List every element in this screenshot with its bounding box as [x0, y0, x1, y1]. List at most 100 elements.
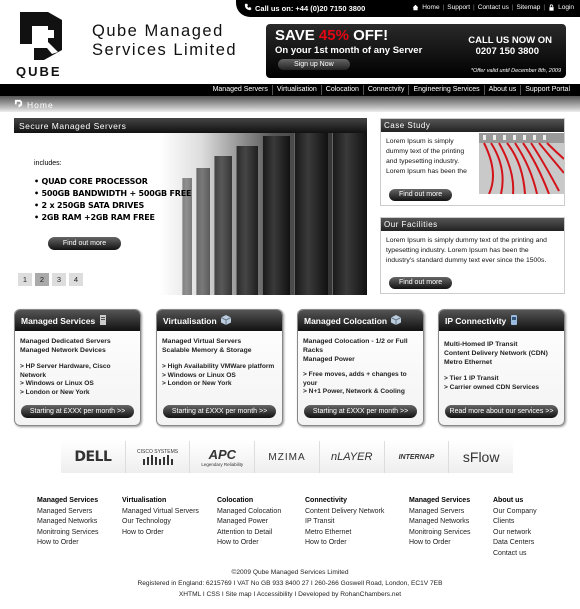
- company-name-line1: Qube Managed: [92, 22, 224, 40]
- company-name: Qube Managed Services Limited: [92, 22, 237, 60]
- card-title: Managed Services: [21, 315, 96, 326]
- rack-shape: [196, 168, 210, 295]
- hero-feature: • QUAD CORE PROCESSOR: [34, 177, 148, 186]
- footer-link[interactable]: IP Transit: [305, 517, 384, 528]
- footer-link[interactable]: Clients: [493, 517, 537, 528]
- breadcrumb: Home: [0, 96, 580, 112]
- signup-button[interactable]: Sign up Now: [278, 59, 350, 70]
- card-item: > Windows or Linux OS: [162, 371, 236, 379]
- footer-link[interactable]: Managed Virtual Servers: [122, 507, 199, 518]
- card-title: IP Connectivity: [445, 315, 507, 326]
- footer-link[interactable]: Metro Ethernet: [305, 528, 384, 539]
- page-3-button[interactable]: 3: [52, 273, 66, 286]
- rack-shape: [236, 146, 258, 295]
- mzima-logo[interactable]: MZIMA: [255, 441, 320, 473]
- network-cables-photo: [479, 133, 564, 194]
- footer-col-colocation: Colocation Managed Colocation Managed Po…: [217, 496, 281, 549]
- phone-icon: [244, 3, 252, 13]
- main-nav: Managed Servers Virtualisation Colocatio…: [0, 84, 580, 96]
- partner-logos: DELL CISCO SYSTEMS APC Legendary Reliabi…: [61, 441, 514, 473]
- footer-link[interactable]: Monitroing Services: [409, 528, 470, 539]
- nav-virtualisation[interactable]: Virtualisation: [271, 85, 321, 95]
- phone-number: Call us on: +44 (0)20 7150 3800: [244, 3, 365, 13]
- facilities-find-out-more-button[interactable]: Find out more: [389, 277, 453, 289]
- card-item: > Tier 1 IP Transit: [444, 375, 499, 382]
- footer-link[interactable]: Managed Servers: [409, 507, 470, 518]
- footer-col-connectivity: Connectivity Content Delivery Network IP…: [305, 496, 384, 549]
- utility-links: Home | Support | Contact us | Sitemap | Logi…: [412, 4, 574, 13]
- card-pricing-button[interactable]: Starting at £XXX per month >>: [21, 405, 134, 418]
- nav-managed-servers[interactable]: Managed Servers: [209, 85, 272, 95]
- footer-link[interactable]: How to Order: [305, 538, 384, 549]
- promo-headline: SAVE 45% OFF!: [275, 27, 389, 44]
- footer-link[interactable]: How to Order: [37, 538, 98, 549]
- facilities-text: Lorem Ipsum is simply dummy text of the …: [386, 237, 547, 264]
- card-item: > HP Server Hardware, Cisco Network: [20, 363, 111, 379]
- internap-logo[interactable]: INTERNAP: [384, 441, 450, 473]
- sflow-logo[interactable]: sFlow: [449, 441, 514, 473]
- footer-link[interactable]: Managed Colocation: [217, 507, 281, 518]
- link-sitemap[interactable]: Sitemap: [517, 4, 541, 13]
- footer-link[interactable]: Managed Networks: [409, 517, 470, 528]
- footer-link[interactable]: Our network: [493, 528, 537, 539]
- footer-link[interactable]: Managed Power: [217, 517, 281, 528]
- breadcrumb-home[interactable]: Home: [27, 100, 54, 110]
- nav-engineering-services[interactable]: Engineering Services: [408, 85, 483, 95]
- nav-connectivity[interactable]: Connectvity: [362, 85, 409, 95]
- page-1-button[interactable]: 1: [18, 273, 32, 286]
- footer-link[interactable]: Attention to Detail: [217, 528, 281, 539]
- page-4-button[interactable]: 4: [69, 273, 83, 286]
- case-study-box: Case Study Lorem Ipsum is simply dummy t…: [380, 118, 565, 206]
- card-services-button[interactable]: Read more about our services >>: [445, 405, 558, 418]
- footer-meta-links[interactable]: XHTML I CSS I Site map I Accessibility I…: [0, 591, 580, 598]
- nav-about-us[interactable]: About us: [483, 85, 521, 95]
- dell-logo[interactable]: DELL: [61, 441, 126, 473]
- facilities-box: Our Facilities Lorem Ipsum is simply dum…: [380, 217, 565, 294]
- hero-feature: • 2GB RAM +2GB RAM FREE: [34, 213, 155, 222]
- footer-link[interactable]: Our Company: [493, 507, 537, 518]
- link-support[interactable]: Support: [447, 4, 470, 13]
- network-icon: [510, 314, 518, 327]
- footer-link[interactable]: Data Centers: [493, 538, 537, 549]
- cube-icon: [220, 314, 231, 327]
- card-virtualisation: Virtualisation Managed Virtual Servers Sc…: [156, 309, 283, 426]
- card-managed-services: Managed Services Managed Dedicated Serve…: [14, 309, 141, 426]
- footer-link[interactable]: Managed Servers: [37, 507, 98, 518]
- hero-find-out-more-button[interactable]: Find out more: [48, 237, 121, 250]
- cisco-logo[interactable]: CISCO SYSTEMS: [125, 441, 191, 473]
- case-study-find-out-more-button[interactable]: Find out more: [389, 189, 453, 201]
- company-name-line2: Services Limited: [92, 41, 238, 59]
- qube-logo[interactable]: QUBE: [14, 8, 72, 79]
- footer-link[interactable]: Our Technology: [122, 517, 199, 528]
- server-icon: [99, 314, 107, 327]
- rack-shape: [332, 133, 367, 295]
- footer-link[interactable]: Managed Networks: [37, 517, 98, 528]
- nav-support-portal[interactable]: Support Portal: [520, 85, 574, 95]
- nav-colocation[interactable]: Colocation: [320, 85, 363, 95]
- hero-includes-label: includes:: [34, 160, 62, 167]
- card-item: > Carrier owned CDN Services: [444, 383, 540, 391]
- footer-link[interactable]: How to Order: [409, 538, 470, 549]
- promo-subtitle: On your 1st month of any Server: [275, 45, 423, 56]
- hero-feature: • 2 x 250GB SATA DRIVES: [34, 201, 145, 210]
- page-2-button[interactable]: 2: [35, 273, 49, 286]
- footer-col-virtualisation: Virtualisation Managed Virtual Servers O…: [122, 496, 199, 538]
- footer-link[interactable]: Content Delivery Network: [305, 507, 384, 518]
- footer-link[interactable]: Contact us: [493, 549, 537, 560]
- apc-logo[interactable]: APC Legendary Reliability: [190, 441, 256, 473]
- footer-link[interactable]: Monitroing Services: [37, 528, 98, 539]
- hero-feature: • 500GB BANDWIDTH + 500GB FREE: [34, 189, 192, 198]
- facilities-title: Our Facilities: [381, 218, 564, 231]
- nlayer-logo[interactable]: nLAYER: [319, 441, 385, 473]
- registration-info: Registered in England: 6215769 I VAT No …: [137, 580, 443, 587]
- link-home[interactable]: Home: [422, 4, 439, 13]
- promo-banner[interactable]: SAVE 45% OFF! On your 1st month of any S…: [266, 24, 566, 78]
- footer-link[interactable]: How to Order: [217, 538, 281, 549]
- footer-link[interactable]: How to Order: [122, 528, 199, 539]
- card-pricing-button[interactable]: Starting at £XXX per month >>: [304, 405, 417, 418]
- rack-shape: [294, 133, 328, 295]
- card-pricing-button[interactable]: Starting at £XXX per month >>: [163, 405, 276, 418]
- footer-col-managed-services: Managed Services Managed Servers Managed…: [37, 496, 98, 549]
- link-contact[interactable]: Contact us: [478, 4, 509, 13]
- link-login[interactable]: Login: [558, 4, 574, 13]
